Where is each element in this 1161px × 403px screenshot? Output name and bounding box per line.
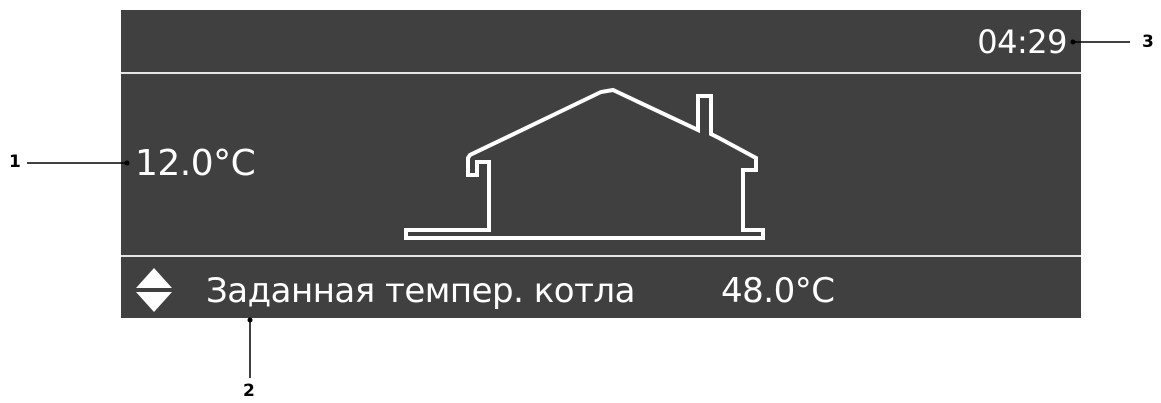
callout-2: 2 <box>243 381 255 401</box>
callout-lines <box>27 39 1130 378</box>
callout-1: 1 <box>9 152 21 172</box>
callout-3: 3 <box>1142 32 1154 52</box>
